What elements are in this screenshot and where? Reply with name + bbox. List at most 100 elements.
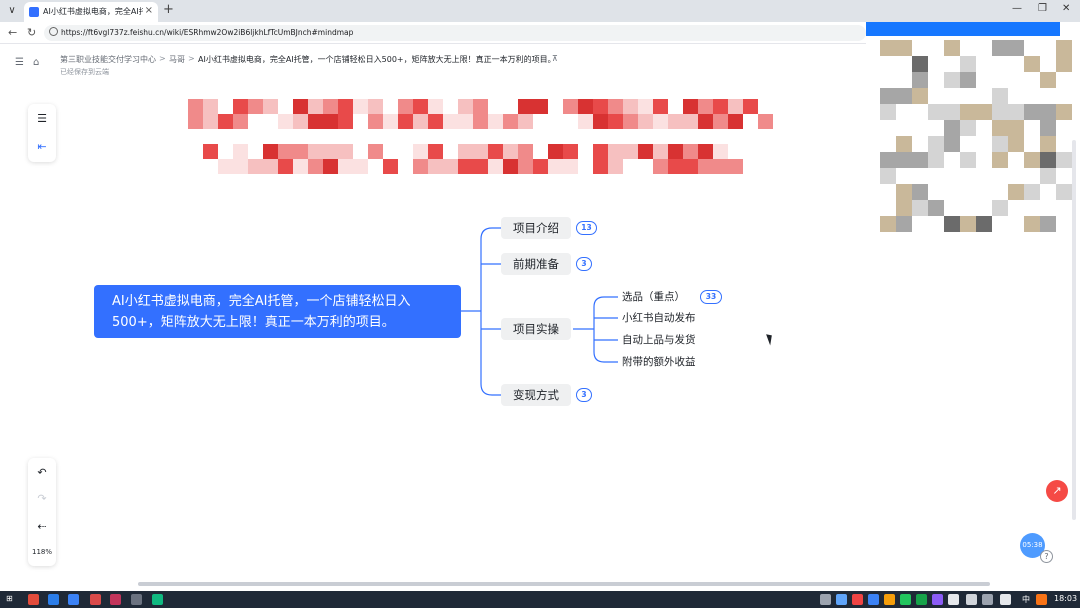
qr-pixel (992, 200, 1008, 216)
qr-pixel (928, 104, 944, 120)
start-icon[interactable]: ⊞ (6, 594, 13, 603)
qr-pixel (992, 152, 1008, 168)
qr-pixel (944, 216, 960, 232)
mindmap-node-prep[interactable]: 前期准备 (501, 253, 571, 275)
taskbar-app-icon[interactable] (131, 594, 142, 605)
qr-pixel (960, 152, 976, 168)
tray-icon[interactable] (836, 594, 847, 605)
vertical-scrollbar[interactable] (1072, 140, 1076, 520)
tray-icon[interactable] (916, 594, 927, 605)
qr-pixel (1024, 104, 1040, 120)
video-overlay-panel (866, 22, 1080, 232)
tray-icon[interactable] (932, 594, 943, 605)
collapsed-count-badge[interactable]: 33 (700, 290, 722, 304)
qr-pixel (992, 104, 1008, 120)
taskbar-app-icon[interactable] (28, 594, 39, 605)
mindmap-node-selection[interactable]: 选品（重点） (622, 289, 685, 305)
qr-pixel (944, 72, 960, 88)
os-taskbar: ⊞ 中 18:03 (0, 591, 1080, 608)
connector-trunk (480, 227, 501, 396)
tray-icon[interactable] (852, 594, 863, 605)
qr-pixel (976, 216, 992, 232)
qr-pixel (912, 200, 928, 216)
qr-pixel (912, 184, 928, 200)
qr-pixel (992, 40, 1008, 56)
qr-pixel (1040, 104, 1056, 120)
qr-pixel (928, 200, 944, 216)
qr-pixel (880, 216, 896, 232)
mindmap-node-practice[interactable]: 项目实操 (501, 318, 571, 340)
tray-icon[interactable] (948, 594, 959, 605)
qr-pixel (1056, 152, 1072, 168)
input-language[interactable]: 中 (1022, 594, 1030, 605)
qr-pixel (944, 136, 960, 152)
qr-pixel (880, 40, 896, 56)
horizontal-scrollbar[interactable] (138, 582, 990, 586)
qr-pixel (928, 152, 944, 168)
network-icon[interactable] (1000, 594, 1011, 605)
microphone-icon[interactable] (966, 594, 977, 605)
qr-pixel (992, 120, 1008, 136)
qr-pixel (896, 40, 912, 56)
qr-pixel (1024, 184, 1040, 200)
qr-pixel (960, 104, 976, 120)
qr-pixel (1056, 40, 1072, 56)
qr-pixel (1040, 136, 1056, 152)
tray-expand-icon[interactable] (982, 594, 993, 605)
qr-pixel (960, 120, 976, 136)
qr-pixel (1040, 168, 1056, 184)
clock[interactable]: 18:03 (1054, 594, 1077, 603)
qr-pixel (1008, 184, 1024, 200)
share-float-button[interactable]: ↗ (1046, 480, 1068, 502)
tray-icon[interactable] (1036, 594, 1047, 605)
qr-pixel (976, 104, 992, 120)
qr-pixel (896, 136, 912, 152)
qr-pixel (880, 104, 896, 120)
collapsed-count-badge[interactable]: 3 (576, 257, 592, 271)
qr-pixel (960, 72, 976, 88)
qr-pixel (1040, 216, 1056, 232)
qr-pixel (944, 40, 960, 56)
qr-pixel (1008, 136, 1024, 152)
qr-pixel (1056, 56, 1072, 72)
overlay-header-bar (866, 22, 1060, 36)
qr-pixel (1008, 120, 1024, 136)
qr-pixel (1024, 216, 1040, 232)
qr-pixel (1024, 152, 1040, 168)
qr-pixel (1040, 72, 1056, 88)
qr-pixel (992, 88, 1008, 104)
qr-pixel (912, 152, 928, 168)
taskbar-app-icon[interactable] (110, 594, 121, 605)
qr-pixel (1024, 56, 1040, 72)
qr-pixel (896, 216, 912, 232)
qr-pixel (1008, 104, 1024, 120)
tray-icon[interactable] (884, 594, 895, 605)
mindmap-root-node[interactable]: AI小红书虚拟电商，完全AI托管，一个店铺轻松日入500+，矩阵放大无上限！真正… (94, 285, 461, 338)
mindmap-node-auto-listing[interactable]: 自动上品与发货 (622, 332, 696, 348)
tray-icon[interactable] (900, 594, 911, 605)
tray-icon[interactable] (820, 594, 831, 605)
qr-pixel (896, 152, 912, 168)
collapsed-count-badge[interactable]: 3 (576, 388, 592, 402)
tray-icon[interactable] (868, 594, 879, 605)
qr-pixel (880, 152, 896, 168)
mindmap-node-monetize[interactable]: 变现方式 (501, 384, 571, 406)
qr-pixel (992, 136, 1008, 152)
qr-pixel (944, 104, 960, 120)
taskbar-app-icon[interactable] (68, 594, 79, 605)
mindmap-node-extra-income[interactable]: 附带的额外收益 (622, 354, 696, 370)
collapsed-count-badge[interactable]: 13 (576, 221, 597, 235)
taskbar-browser-icon[interactable] (48, 594, 59, 605)
mindmap-node-auto-publish[interactable]: 小红书自动发布 (622, 310, 696, 326)
mindmap-node-intro[interactable]: 项目介绍 (501, 217, 571, 239)
qr-pixel (944, 120, 960, 136)
qr-pixel (896, 184, 912, 200)
qr-pixel (1008, 40, 1024, 56)
qr-pixel (896, 88, 912, 104)
taskbar-app-icon[interactable] (152, 594, 163, 605)
qr-pixel (928, 136, 944, 152)
taskbar-app-icon[interactable] (90, 594, 101, 605)
help-icon[interactable]: ? (1040, 550, 1053, 563)
qr-pixel (912, 88, 928, 104)
qr-pixel (912, 72, 928, 88)
